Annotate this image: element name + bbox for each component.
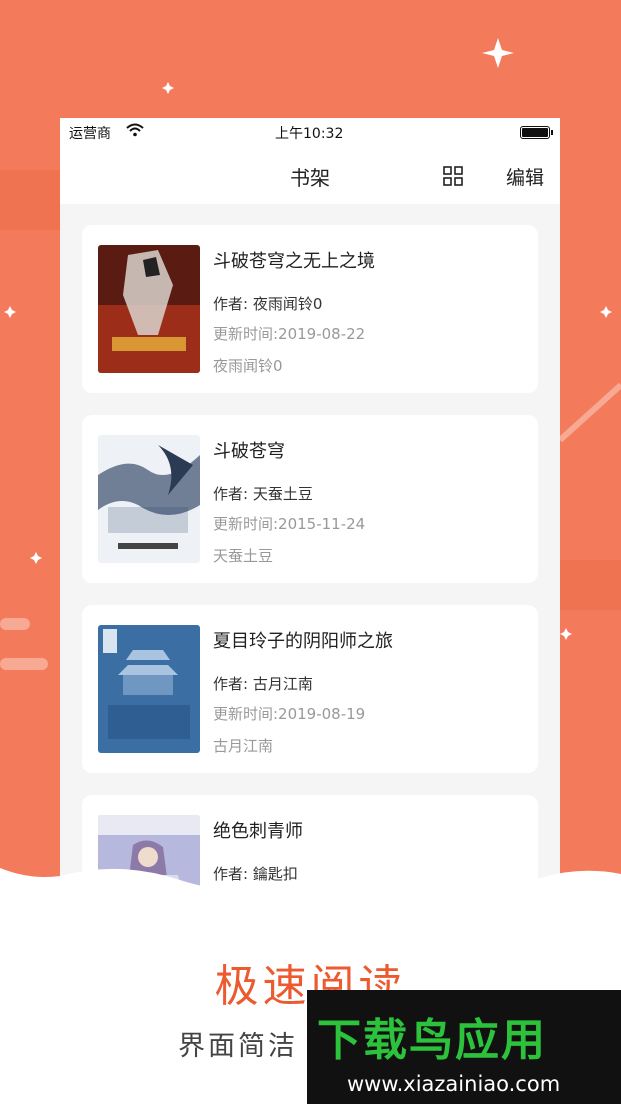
book-author: 作者: 夜雨闻铃0: [213, 295, 323, 313]
book-card[interactable]: 绝色刺青师 作者: 鑰匙扣: [82, 795, 538, 938]
status-time: 上午10:32: [275, 126, 344, 142]
book-author: 作者: 鑰匙扣: [213, 865, 298, 883]
book-author: 作者: 天蚕土豆: [213, 485, 313, 503]
phone-screen: 运营商 上午10:32 书架 编辑 斗破苍穹之无上之境 作者: 夜雨闻铃0 更新…: [60, 118, 560, 938]
book-cover[interactable]: [98, 625, 200, 753]
book-update-time: 更新时间:2019-08-22: [213, 325, 366, 343]
book-cover[interactable]: [98, 245, 200, 373]
book-card[interactable]: 斗破苍穹 作者: 天蚕土豆 更新时间:2015-11-24 天蚕土豆: [82, 415, 538, 583]
book-card[interactable]: 斗破苍穹之无上之境 作者: 夜雨闻铃0 更新时间:2019-08-22 夜雨闻铃…: [82, 225, 538, 393]
book-latest-info: 夜雨闻铃0: [213, 357, 283, 375]
status-bar: 运营商 上午10:32: [60, 118, 560, 146]
navigation-bar: 书架 编辑: [60, 146, 560, 204]
book-title: 夏目玲子的阴阳师之旅: [213, 631, 393, 652]
book-cover[interactable]: [98, 435, 200, 563]
book-title: 绝色刺青师: [213, 821, 303, 842]
battery-icon: [520, 126, 553, 139]
carrier-label: 运营商: [69, 126, 111, 142]
book-author: 作者: 古月江南: [213, 675, 313, 693]
book-cover[interactable]: [98, 815, 200, 938]
book-latest-info: 古月江南: [213, 737, 274, 755]
wifi-icon: [126, 123, 144, 137]
book-title: 斗破苍穹: [213, 441, 285, 462]
book-card[interactable]: 夏目玲子的阴阳师之旅 作者: 古月江南 更新时间:2019-08-19 古月江南: [82, 605, 538, 773]
watermark-url: www.xiazainiao.com: [347, 1072, 561, 1096]
promo-subtitle: 界面简洁: [178, 1031, 298, 1062]
book-update-time: 更新时间:2019-08-19: [213, 705, 366, 723]
watermark-brand: 下载鸟应用: [317, 1015, 547, 1066]
book-latest-info: 天蚕土豆: [213, 547, 274, 565]
page-title: 书架: [290, 166, 330, 190]
watermark: 下载鸟应用 www.xiazainiao.com: [307, 990, 621, 1104]
grid-icon[interactable]: [443, 166, 463, 186]
book-title: 斗破苍穹之无上之境: [213, 251, 375, 272]
edit-button[interactable]: 编辑: [506, 163, 544, 190]
book-update-time: 更新时间:2015-11-24: [213, 515, 366, 533]
